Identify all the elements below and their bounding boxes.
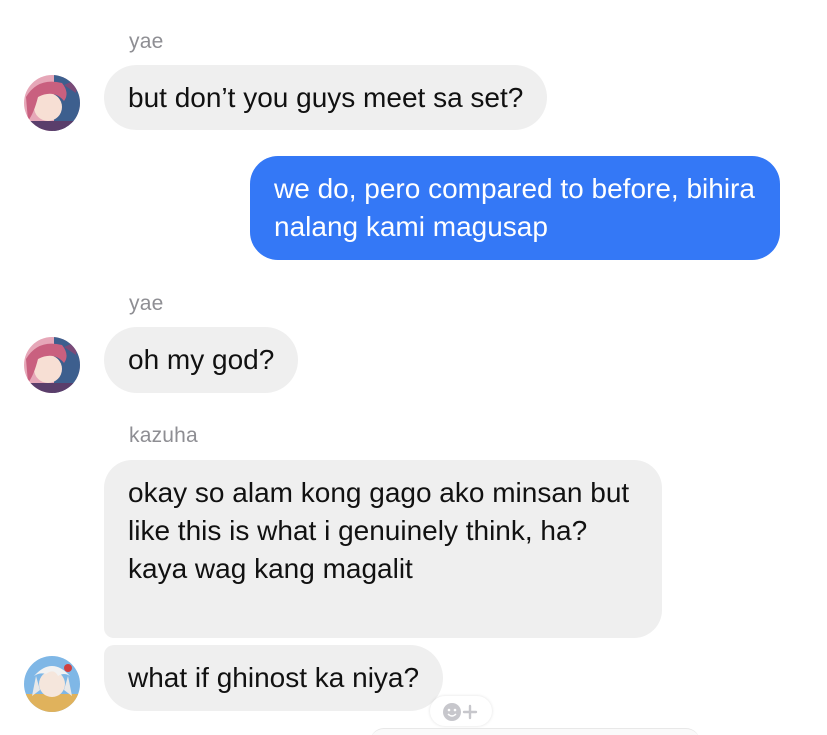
avatar-pink-hair-icon (24, 337, 80, 393)
composer-edge (370, 728, 700, 735)
message-text: oh my god? (128, 344, 275, 375)
message-text: okay so alam kong gago ako minsan but li… (128, 477, 630, 584)
sender-name-yae: yae (129, 30, 164, 53)
sender-name-yae: yae (129, 292, 164, 315)
message-bubble-outgoing[interactable]: we do, pero compared to before, bihira n… (250, 156, 780, 260)
message-text: but don’t you guys meet sa set? (128, 82, 524, 113)
add-reaction-icon (443, 703, 478, 721)
message-bubble-incoming[interactable]: okay so alam kong gago ako minsan but li… (104, 460, 662, 638)
avatar-yae[interactable] (24, 337, 80, 393)
sender-name-kazuha: kazuha (129, 424, 198, 447)
message-bubble-incoming[interactable]: but don’t you guys meet sa set? (104, 65, 548, 130)
message-bubble-incoming[interactable]: oh my god? (104, 327, 299, 393)
avatar-yae[interactable] (24, 75, 80, 131)
avatar-pink-hair-icon (24, 75, 80, 131)
message-text: what if ghinost ka niya? (128, 662, 420, 693)
message-text: we do, pero compared to before, bihira n… (274, 173, 755, 242)
message-bubble-incoming[interactable]: what if ghinost ka niya? (104, 645, 444, 711)
avatar-kazuha[interactable] (24, 656, 80, 712)
add-reaction-button[interactable] (430, 696, 492, 726)
avatar-white-hair-icon (24, 656, 80, 712)
